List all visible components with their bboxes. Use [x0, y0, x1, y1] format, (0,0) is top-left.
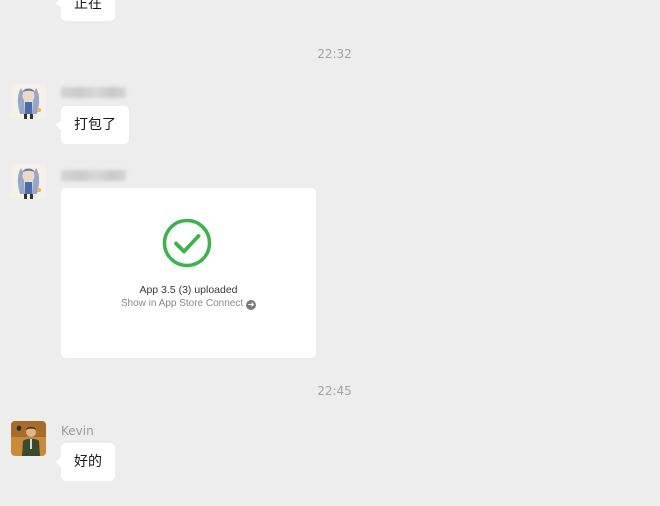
sender-name-redacted: [61, 87, 126, 98]
anime-avatar-icon: [11, 164, 46, 199]
avatar[interactable]: [11, 84, 46, 119]
avatar[interactable]: [11, 164, 46, 199]
app-store-connect-link[interactable]: Show in App Store Connect ➜: [61, 298, 316, 310]
message-text: 好的: [74, 454, 102, 470]
upload-status-card[interactable]: App 3.5 (3) uploaded Show in App Store C…: [61, 188, 316, 358]
timestamp: 22:32: [317, 47, 352, 61]
card-title: App 3.5 (3) uploaded: [139, 284, 238, 296]
sender-name: Kevin: [61, 424, 94, 438]
message-bubble[interactable]: 好的: [56, 443, 115, 481]
person-avatar-icon: [11, 421, 46, 456]
timestamp: 22:45: [317, 384, 352, 398]
message-bubble[interactable]: 正在: [56, 0, 115, 21]
sender-name-redacted: [61, 170, 126, 181]
checkmark-circle-icon: [162, 218, 212, 268]
arrow-right-circle-icon: ➜: [246, 300, 257, 310]
anime-avatar-icon: [11, 84, 46, 119]
link-text: Show in App Store Connect: [120, 298, 244, 309]
avatar[interactable]: [11, 421, 46, 456]
message-bubble[interactable]: 打包了: [56, 106, 129, 144]
message-text: 打包了: [74, 117, 116, 133]
message-text: 正在: [74, 0, 102, 12]
